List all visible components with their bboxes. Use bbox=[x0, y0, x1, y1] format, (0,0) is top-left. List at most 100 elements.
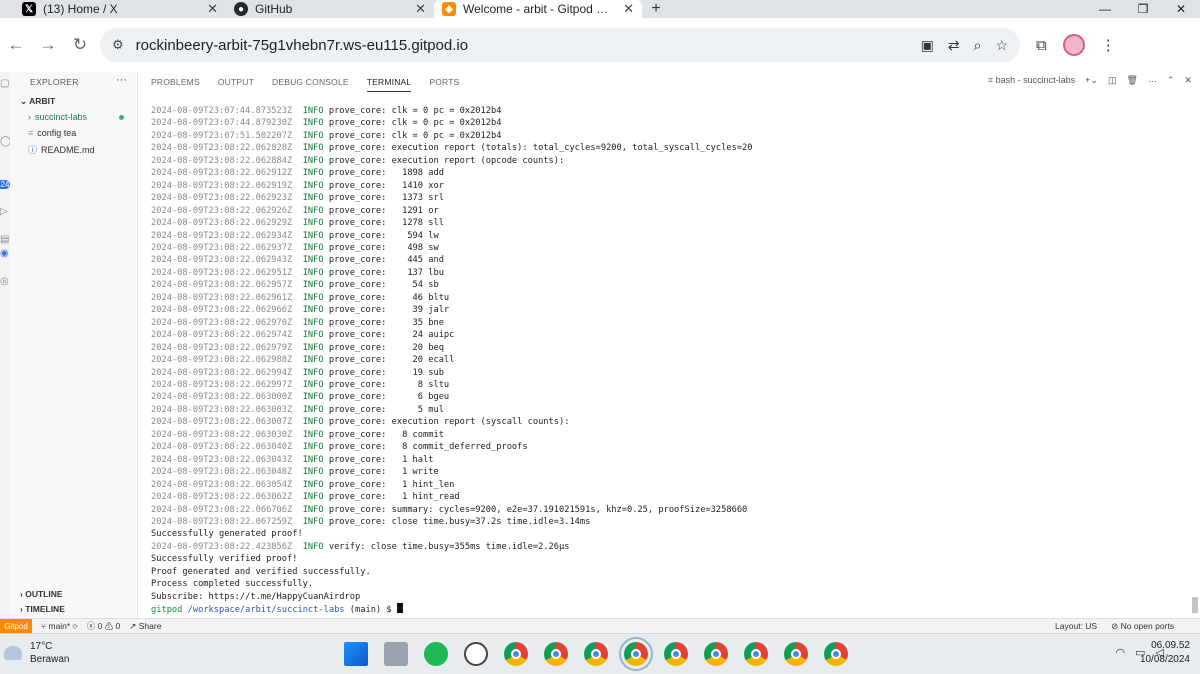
file-readme[interactable]: ⓘ README.md bbox=[28, 143, 95, 156]
log-target: verify: bbox=[328, 541, 366, 552]
log-message: 8 commit_deferred_proofs bbox=[391, 442, 528, 453]
log-timestamp: 2024-08-09T23:08:22.062957Z bbox=[151, 280, 293, 291]
chrome-profile-2-icon[interactable] bbox=[544, 642, 568, 666]
log-target: prove_core: bbox=[328, 492, 387, 503]
log-level: INFO bbox=[302, 516, 324, 527]
chrome-profile-6-icon[interactable] bbox=[704, 642, 728, 666]
media-player-icon[interactable] bbox=[464, 642, 488, 666]
log-timestamp: 2024-08-09T23:08:22.067259Z bbox=[151, 516, 293, 527]
terminal-selector[interactable]: ⌗ bash - succinct-labs bbox=[988, 75, 1075, 86]
omnibox[interactable]: ⚙ rockinbeery-arbit-75g1vhebn7r.ws-eu115… bbox=[100, 28, 1020, 62]
tab-output[interactable]: OUTPUT bbox=[218, 72, 254, 92]
source-control-badge[interactable]: 24 bbox=[0, 180, 10, 189]
forward-arrow-icon[interactable]: → bbox=[32, 35, 64, 55]
terminal-prompt[interactable]: gitpod /workspace/arbit/succinct-labs (m… bbox=[151, 603, 1181, 616]
tab-debug-console[interactable]: DEBUG CONSOLE bbox=[272, 72, 349, 92]
terminal-text-line: Subscribe: https://t.me/HappyCuanAirdrop bbox=[151, 591, 361, 602]
ports-indicator[interactable]: ⊘ No open ports bbox=[1111, 621, 1174, 632]
minimize-icon[interactable]: — bbox=[1086, 0, 1124, 18]
search-icon[interactable]: ◯ bbox=[0, 136, 11, 147]
tab-problems[interactable]: PROBLEMS bbox=[151, 72, 200, 92]
chrome-profile-9-icon[interactable] bbox=[824, 642, 848, 666]
windows-start-icon[interactable] bbox=[344, 642, 368, 666]
profile-avatar[interactable] bbox=[1062, 34, 1085, 56]
log-level: INFO bbox=[302, 193, 324, 204]
site-settings-icon[interactable]: ⚙ bbox=[112, 37, 124, 53]
chrome-profile-7-icon[interactable] bbox=[744, 642, 768, 666]
log-timestamp: 2024-08-09T23:08:22.063000Z bbox=[151, 392, 293, 403]
terminal-log-line: 2024-08-09T23:08:22.066706Z INFO prove_c… bbox=[151, 504, 1181, 516]
extensions-view-icon[interactable]: ▤ bbox=[0, 234, 10, 245]
terminal-text-line: Successfully verified proof! bbox=[151, 554, 298, 565]
log-timestamp: 2024-08-09T23:08:22.062974Z bbox=[151, 330, 293, 341]
problems-indicator[interactable]: ⓧ 0 ⚠ 0 bbox=[87, 620, 121, 632]
new-terminal-icon[interactable]: +⌄ bbox=[1085, 75, 1098, 86]
chrome-profile-1-icon[interactable] bbox=[504, 642, 528, 666]
terminal-output[interactable]: 2024-08-09T23:07:44.873523Z INFO prove_c… bbox=[151, 105, 1181, 617]
spotify-icon[interactable] bbox=[424, 642, 448, 666]
log-level: INFO bbox=[302, 143, 324, 154]
tab-ports[interactable]: PORTS bbox=[429, 72, 459, 92]
maximize-panel-icon[interactable]: ⌃ bbox=[1167, 75, 1175, 86]
url-field[interactable]: rockinbeery-arbit-75g1vhebn7r.ws-eu115.g… bbox=[136, 37, 909, 54]
folder-succinct-labs[interactable]: › succinct-labs bbox=[28, 112, 87, 122]
reload-icon[interactable]: ↻ bbox=[64, 35, 96, 55]
close-window-icon[interactable]: ✕ bbox=[1162, 0, 1200, 18]
timeline-section[interactable]: › TIMELINE bbox=[20, 604, 65, 614]
log-message: 5 mul bbox=[391, 404, 444, 415]
back-arrow-icon[interactable]: ← bbox=[0, 35, 32, 55]
split-terminal-icon[interactable]: ◫ bbox=[1108, 75, 1117, 86]
browser-tab-github[interactable]: ● GitHub ✕ bbox=[226, 0, 434, 18]
log-target: prove_core: bbox=[328, 168, 387, 179]
address-bar: ← → ↻ ⚙ rockinbeery-arbit-75g1vhebn7r.ws… bbox=[0, 18, 1200, 72]
close-panel-icon[interactable]: ✕ bbox=[1184, 75, 1192, 86]
chrome-profile-8-icon[interactable] bbox=[784, 642, 808, 666]
task-view-icon[interactable] bbox=[384, 642, 408, 666]
terminal-log-line: 2024-08-09T23:08:22.063000Z INFO prove_c… bbox=[151, 391, 1181, 403]
remote-indicator[interactable]: Gitpod bbox=[0, 618, 32, 634]
browser-tab-gitpod[interactable]: ◈ Welcome - arbit - Gitpod Code ✕ bbox=[434, 0, 642, 19]
log-timestamp: 2024-08-09T23:07:51.502207Z bbox=[151, 130, 293, 141]
share-button[interactable]: ↗ Share bbox=[129, 621, 161, 632]
taskbar: 17°C Berawan ◠ ▭ ◁ 06.09.52 10/08/2024 bbox=[0, 633, 1200, 674]
more-actions-icon[interactable]: ··· bbox=[1148, 76, 1157, 86]
menu-kebab-icon[interactable]: ⋮ bbox=[1101, 36, 1116, 54]
more-actions-icon[interactable]: ··· bbox=[116, 74, 127, 86]
log-level: INFO bbox=[302, 280, 324, 291]
files-icon[interactable]: ▢ bbox=[0, 78, 10, 89]
extensions-icon[interactable]: ⧉ bbox=[1036, 37, 1047, 54]
run-debug-icon[interactable]: ▷ bbox=[0, 206, 10, 217]
terminal-scrollbar[interactable] bbox=[1192, 597, 1198, 613]
close-icon[interactable]: ✕ bbox=[415, 1, 426, 17]
trash-icon[interactable]: 🗑 bbox=[1126, 75, 1137, 86]
branch-indicator[interactable]: ⑂ main* ⟳ bbox=[41, 621, 78, 631]
log-timestamp: 2024-08-09T23:08:22.063007Z bbox=[151, 417, 293, 428]
log-level: INFO bbox=[302, 205, 324, 216]
restore-icon[interactable]: ❐ bbox=[1124, 0, 1162, 18]
weather-widget[interactable]: 17°C Berawan bbox=[4, 640, 69, 666]
outline-section[interactable]: › OUTLINE bbox=[20, 589, 63, 599]
browser-tab-x[interactable]: 𝕏 (13) Home / X ✕ bbox=[0, 0, 226, 18]
account-icon[interactable]: ◎ bbox=[0, 276, 10, 287]
chrome-active-icon[interactable] bbox=[619, 637, 653, 671]
bookmark-star-icon[interactable]: ☆ bbox=[995, 37, 1008, 54]
remote-icon[interactable]: ◉ bbox=[0, 248, 10, 259]
chrome-profile-3-icon[interactable] bbox=[584, 642, 608, 666]
keyboard-layout[interactable]: Layout: US bbox=[1055, 621, 1097, 632]
wifi-icon[interactable]: ◠ bbox=[1116, 646, 1126, 659]
file-config-tea[interactable]: ≡ config tea bbox=[28, 128, 76, 138]
close-icon[interactable]: ✕ bbox=[623, 1, 634, 17]
log-target: prove_core: bbox=[328, 218, 387, 229]
translate-icon[interactable]: ⇄ bbox=[948, 37, 960, 54]
tab-label: (13) Home / X bbox=[43, 2, 118, 16]
log-timestamp: 2024-08-09T23:08:22.063054Z bbox=[151, 479, 293, 490]
cast-icon[interactable]: ▣ bbox=[921, 37, 934, 54]
new-tab-button[interactable]: + bbox=[642, 0, 670, 18]
log-level: INFO bbox=[302, 106, 324, 116]
workspace-section[interactable]: ⌄ ARBIT bbox=[20, 96, 55, 107]
tab-terminal[interactable]: TERMINAL bbox=[366, 72, 412, 92]
close-icon[interactable]: ✕ bbox=[207, 1, 218, 17]
chrome-profile-5-icon[interactable] bbox=[664, 642, 688, 666]
zoom-icon[interactable]: ⌕ bbox=[974, 37, 982, 54]
clock[interactable]: 06.09.52 10/08/2024 bbox=[1140, 639, 1190, 667]
